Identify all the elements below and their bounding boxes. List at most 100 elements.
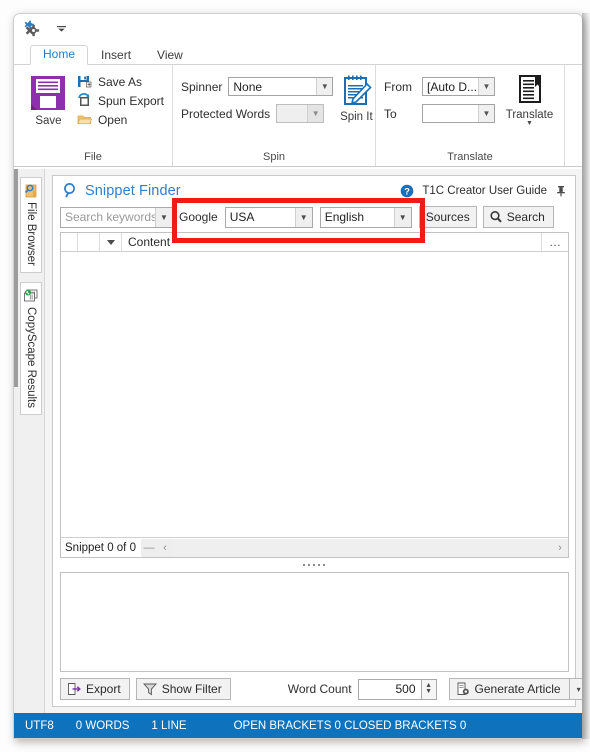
protected-words-select[interactable]: ▼: [276, 104, 325, 123]
language-select[interactable]: English ▼: [319, 206, 412, 228]
chevron-down-icon[interactable]: ▼: [307, 105, 324, 122]
search-button-label: Search: [506, 210, 545, 224]
show-filter-button[interactable]: Show Filter: [135, 678, 231, 700]
ribbon-group-spin: Spinner None ▼ Protected Words ▼ Spin It…: [172, 65, 375, 166]
generate-article-icon: [456, 682, 470, 696]
ribbon-group-find-replace: A Fi Re: [564, 65, 582, 166]
user-guide-link[interactable]: T1C Creator User Guide: [422, 185, 547, 197]
sidebar-item-file-browser-label: File Browser: [25, 202, 37, 266]
protected-words-field-row: Protected Words ▼: [181, 104, 333, 123]
save-button-label: Save: [35, 115, 62, 127]
app-gears-icon[interactable]: [23, 19, 43, 39]
ribbon-group-spin-title: Spin: [262, 151, 286, 163]
translate-from-row: From [Auto D... ▼: [384, 77, 495, 96]
chevron-down-icon[interactable]: ▼: [294, 207, 312, 227]
save-as-icon: [77, 74, 92, 89]
protected-words-label: Protected Words: [181, 106, 271, 121]
spinner-field-row: Spinner None ▼: [181, 77, 334, 96]
floppy-disk-icon: [29, 74, 67, 112]
snippet-finder-panel: Snippet Finder ? T1C Creator User Guide: [52, 175, 582, 707]
open-label: Open: [97, 112, 128, 127]
help-question-icon[interactable]: ?: [400, 184, 414, 198]
status-word-count: 0 WORDS: [75, 719, 130, 732]
translate-to-row: To ▼: [384, 104, 495, 123]
tab-home[interactable]: Home: [30, 45, 89, 65]
application-window: Home Insert View Save Save As Spun Expor…: [13, 13, 583, 739]
ribbon-group-translate-title: Translate: [447, 151, 493, 163]
spun-export-label: Spun Export: [97, 93, 164, 108]
save-button[interactable]: Save: [26, 71, 71, 127]
chevron-down-icon[interactable]: ▼: [155, 207, 172, 227]
chevron-down-icon[interactable]: ▼: [316, 78, 333, 95]
sources-button[interactable]: Sources: [418, 206, 477, 228]
chevron-down-icon[interactable]: ▼: [393, 207, 411, 227]
notepad-pencil-icon: [339, 74, 373, 108]
sources-button-label: Sources: [425, 210, 470, 224]
export-icon: [67, 682, 81, 696]
grid-col-overflow[interactable]: …: [542, 233, 568, 251]
pager-prev-button[interactable]: ‹: [156, 538, 173, 557]
status-line-count: 1 LINE: [151, 719, 187, 732]
sidebar-item-file-browser[interactable]: File Browser: [20, 177, 42, 273]
translate-to-select[interactable]: ▼: [422, 104, 495, 123]
ribbon-group-translate: From [Auto D... ▼ To ▼ Translate ▼ Trans…: [375, 65, 564, 166]
spin-it-button[interactable]: Spin It: [339, 71, 373, 123]
generate-article-dropdown-caret[interactable]: ▾: [569, 678, 582, 700]
snippet-grid: Content … Snippet 0 of 0 — ‹ ›: [60, 232, 569, 558]
spun-export-button[interactable]: Spun Export: [77, 93, 164, 108]
language-value: English: [324, 210, 365, 224]
pager-scroll-track[interactable]: [172, 538, 552, 557]
search-input[interactable]: Search keywords ▼: [60, 206, 173, 228]
splitter-dot: [318, 564, 320, 566]
tab-insert[interactable]: Insert: [88, 46, 144, 65]
snippet-bottom-toolbar: Export Show Filter Word Count 500 ▲ ▼ Ge…: [53, 672, 582, 706]
export-button[interactable]: Export: [60, 678, 130, 700]
pin-icon[interactable]: [555, 185, 567, 197]
translate-from-value: [Auto D...: [427, 79, 478, 94]
open-folder-icon: [77, 112, 92, 127]
tab-view[interactable]: View: [144, 46, 196, 65]
status-encoding: UTF8: [25, 719, 54, 732]
chevron-down-icon[interactable]: ▼: [526, 120, 533, 127]
panel-splitter[interactable]: [53, 558, 575, 572]
grid-col-filter[interactable]: [100, 233, 122, 251]
sidebar-item-copyscape-results-label: CopyScape Results: [25, 306, 37, 408]
chevron-down-icon[interactable]: ▼: [425, 688, 432, 695]
word-count-value[interactable]: 500: [357, 678, 421, 700]
generate-article-button[interactable]: Generate Article: [448, 678, 570, 700]
search-input-placeholder: Search keywords: [65, 210, 155, 224]
translate-from-select[interactable]: [Auto D... ▼: [422, 77, 495, 96]
grid-col-select[interactable]: [61, 233, 78, 251]
status-bar: UTF8 0 WORDS 1 LINE OPEN BRACKETS 0 CLOS…: [14, 713, 582, 738]
country-select[interactable]: USA ▼: [224, 206, 313, 228]
snippet-grid-body[interactable]: [61, 252, 568, 537]
customize-qat-icon[interactable]: [55, 22, 68, 35]
country-value: USA: [229, 210, 255, 224]
grid-col-content[interactable]: Content: [122, 233, 542, 251]
snippet-count-label: Snippet 0 of 0: [65, 541, 136, 554]
ribbon-group-find-replace-title: [565, 163, 582, 164]
snippet-finder-header: Snippet Finder ? T1C Creator User Guide: [53, 176, 575, 205]
export-button-label: Export: [86, 682, 121, 696]
word-count-spin-buttons[interactable]: ▲ ▼: [420, 678, 437, 700]
pager-next-button[interactable]: ›: [552, 538, 568, 557]
grid-col-indicator[interactable]: [78, 233, 100, 251]
splitter-dot: [303, 564, 305, 566]
find-replace-button[interactable]: A Fi Re: [573, 71, 582, 131]
chevron-down-icon[interactable]: ▼: [478, 78, 494, 95]
article-editor[interactable]: [60, 572, 569, 672]
svg-text:?: ?: [404, 186, 410, 197]
funnel-icon: [142, 682, 157, 696]
sidebar-item-copyscape-results[interactable]: CopyScape Results: [20, 281, 42, 415]
save-as-label: Save As: [97, 74, 142, 89]
translate-button[interactable]: Translate ▼: [503, 71, 556, 127]
magnifier-icon: [62, 182, 79, 199]
word-count-stepper[interactable]: 500 ▲ ▼: [357, 678, 437, 700]
open-button[interactable]: Open: [77, 112, 164, 127]
save-as-button[interactable]: Save As: [77, 74, 164, 89]
pager-minus-button[interactable]: —: [140, 538, 157, 557]
search-button[interactable]: Search: [482, 206, 554, 228]
chevron-down-icon[interactable]: ▼: [478, 105, 494, 122]
spinner-select[interactable]: None ▼: [228, 77, 334, 96]
search-engine-label: Google: [179, 210, 218, 224]
